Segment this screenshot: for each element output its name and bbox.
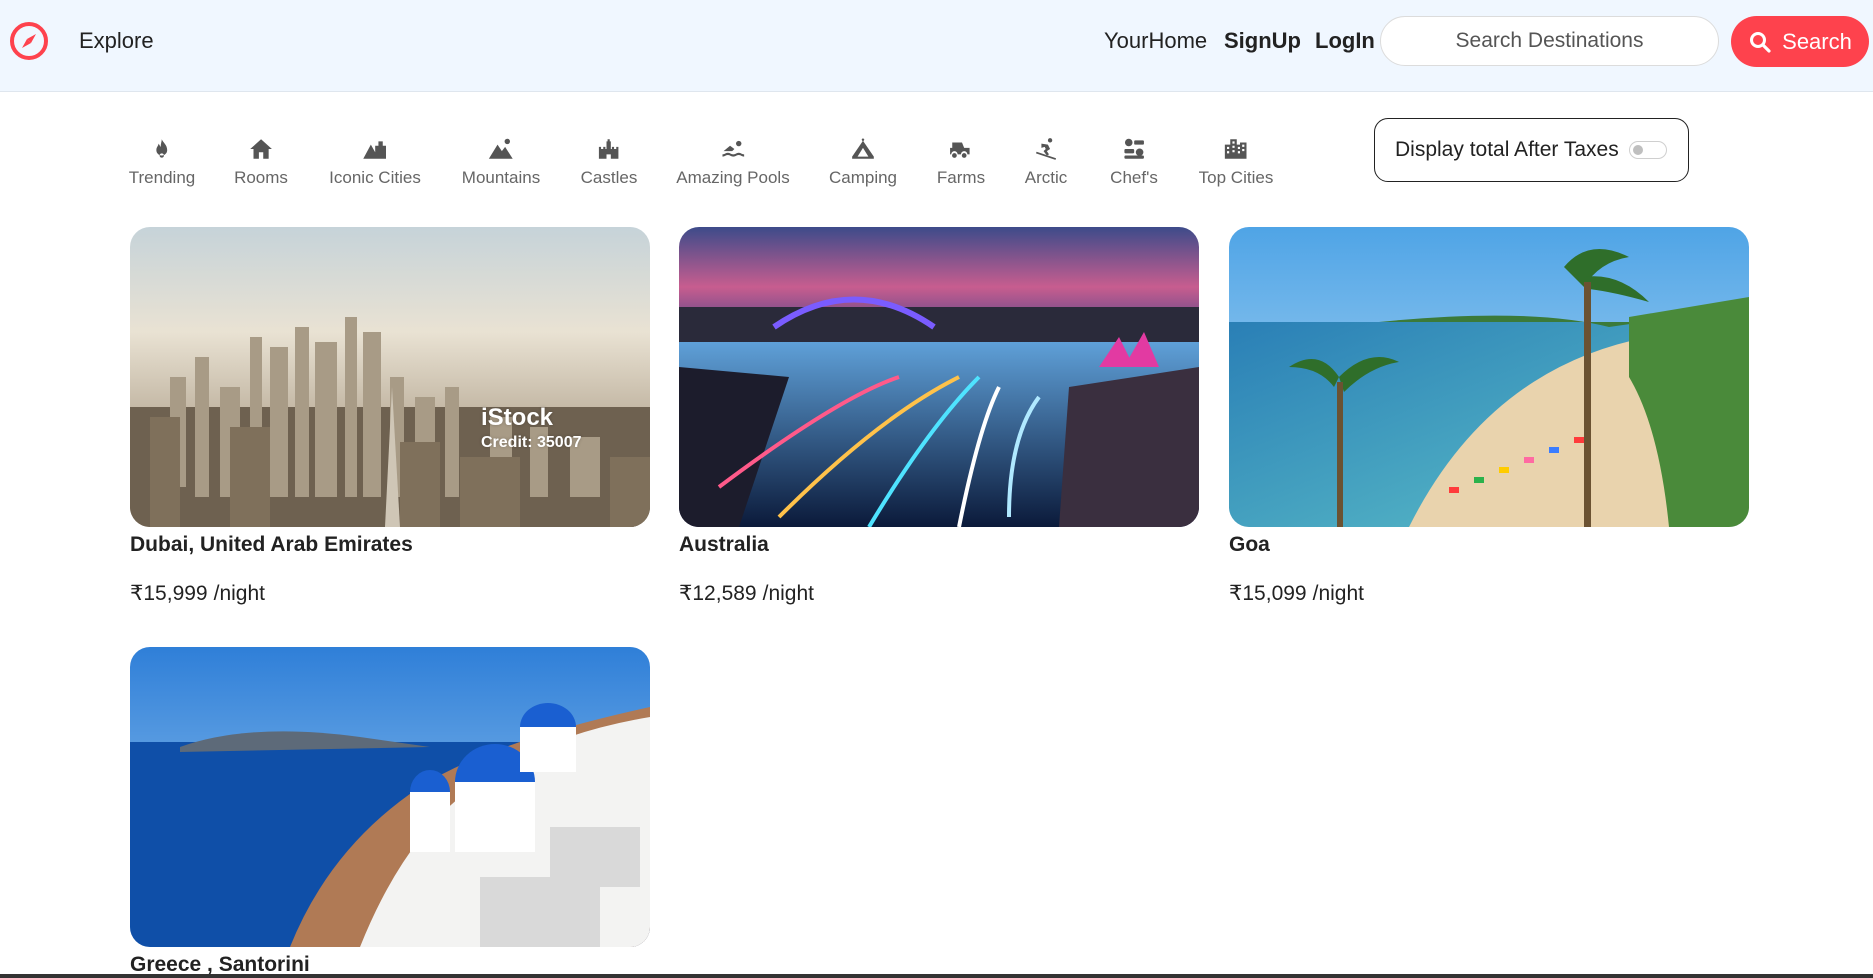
filter-farms[interactable]: Farms xyxy=(937,136,985,188)
mountain-city-icon xyxy=(362,136,388,162)
mountain-icon xyxy=(488,136,514,162)
filter-label: Castles xyxy=(580,168,638,187)
explore-link[interactable]: Explore xyxy=(79,28,154,54)
filter-rooms[interactable]: Rooms xyxy=(234,136,288,188)
tax-toggle-switch[interactable] xyxy=(1628,141,1667,159)
filter-camping[interactable]: Camping xyxy=(829,136,897,188)
city-icon xyxy=(1223,136,1249,162)
search-icon xyxy=(1750,31,1771,53)
listing-title: Dubai, United Arab Emirates xyxy=(130,533,413,556)
kitchen-icon xyxy=(1121,136,1147,162)
switch-knob xyxy=(1632,145,1643,155)
listing-card-dubai[interactable]: iStock Credit: 35007 Dubai, United Arab … xyxy=(130,227,650,606)
filter-amazing-pools[interactable]: Amazing Pools xyxy=(676,136,790,188)
tax-toggle[interactable]: Display total After Taxes xyxy=(1374,118,1689,182)
search-button[interactable]: Search xyxy=(1731,16,1869,67)
your-home-link[interactable]: YourHome xyxy=(1104,28,1207,54)
santorini-photo[interactable] xyxy=(130,647,650,947)
filter-label: Farms xyxy=(936,168,986,187)
fire-icon xyxy=(149,136,175,162)
filter-iconic-cities[interactable]: Iconic Cities xyxy=(329,136,421,188)
filter-label: Mountains xyxy=(461,168,541,187)
filter-label: Top Cities xyxy=(1198,168,1274,187)
filter-label: Amazing Pools xyxy=(676,168,790,187)
filter-castles[interactable]: Castles xyxy=(580,136,638,188)
listing-title: Australia xyxy=(679,533,769,556)
castle-icon xyxy=(596,136,622,162)
dubai-skyline-photo[interactable]: iStock Credit: 35007 xyxy=(130,227,650,527)
filter-trending[interactable]: Trending xyxy=(129,136,195,188)
filter-label: Arctic xyxy=(1024,168,1068,187)
filter-top-cities[interactable]: Top Cities xyxy=(1198,136,1274,188)
listing-price: ₹15,999/night xyxy=(130,582,265,605)
bed-icon xyxy=(248,136,274,162)
filter-label: Trending xyxy=(128,168,196,187)
campground-icon xyxy=(850,136,876,162)
login-link[interactable]: LogIn xyxy=(1315,28,1375,54)
search-button-label: Search xyxy=(1782,28,1852,54)
filter-label: Chef's xyxy=(1110,168,1158,187)
listing-card-australia[interactable]: Australia ₹12,589/night xyxy=(679,227,1199,606)
compass-icon[interactable] xyxy=(8,20,50,62)
signup-link[interactable]: SignUp xyxy=(1224,28,1301,54)
listing-price: ₹15,099/night xyxy=(1229,582,1364,605)
search-input[interactable] xyxy=(1380,16,1719,66)
tax-toggle-label: Display total After Taxes xyxy=(1395,138,1619,161)
navbar: Explore YourHome SignUp LogIn Search xyxy=(0,0,1873,92)
person-swimming-icon xyxy=(720,136,746,162)
window-bottom-edge xyxy=(0,974,1873,978)
filter-chefs[interactable]: Chef's xyxy=(1110,136,1158,188)
goa-beach-photo[interactable] xyxy=(1229,227,1749,527)
person-skiing-icon xyxy=(1033,136,1059,162)
listing-price: ₹12,589/night xyxy=(679,582,814,605)
listing-title: Goa xyxy=(1229,533,1270,556)
filter-label: Iconic Cities xyxy=(329,168,421,187)
listing-card-goa[interactable]: Goa ₹15,099/night xyxy=(1229,227,1749,606)
sydney-harbour-night-photo[interactable] xyxy=(679,227,1199,527)
filter-label: Rooms xyxy=(234,168,288,187)
listing-card-santorini[interactable]: Greece , Santorini xyxy=(130,647,650,977)
filter-label: Camping xyxy=(828,168,898,187)
tractor-icon xyxy=(948,136,974,162)
filter-mountains[interactable]: Mountains xyxy=(462,136,540,188)
istock-watermark: iStock Credit: 35007 xyxy=(481,404,582,451)
filter-arctic[interactable]: Arctic xyxy=(1024,136,1068,188)
